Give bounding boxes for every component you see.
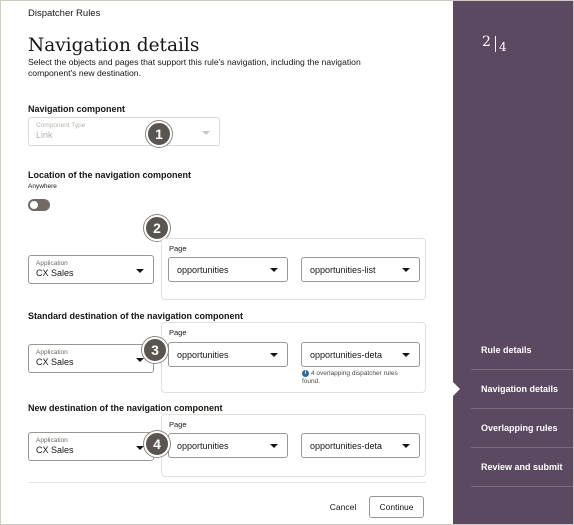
new-application-select[interactable]: Application CX Sales xyxy=(28,432,154,461)
standard-application-select[interactable]: Application CX Sales xyxy=(28,344,154,373)
callout-badge-3: 3 xyxy=(142,337,168,363)
chevron-down-icon xyxy=(136,269,144,273)
page-label: Page xyxy=(169,328,187,337)
page-value: opportunities xyxy=(177,350,229,360)
chevron-down-icon xyxy=(402,353,410,357)
step-overlapping-rules[interactable]: Overlapping rules xyxy=(481,423,558,433)
component-type-select: Component Type Link xyxy=(28,117,220,146)
chevron-down-icon xyxy=(402,268,410,272)
chevron-down-icon xyxy=(136,358,144,362)
chevron-down-icon xyxy=(270,353,278,357)
info-icon: i xyxy=(302,370,309,377)
callout-badge-4: 4 xyxy=(144,431,170,457)
main-panel: Dispatcher Rules Navigation details Sele… xyxy=(1,1,453,524)
step-divider xyxy=(495,36,496,52)
chevron-down-icon xyxy=(202,131,210,135)
application-label: Application xyxy=(36,260,68,267)
chevron-down-icon xyxy=(270,444,278,448)
component-type-value: Link xyxy=(36,130,53,140)
step-review-and-submit[interactable]: Review and submit xyxy=(481,462,563,472)
anywhere-label: Anywhere xyxy=(28,183,57,190)
continue-button[interactable]: Continue xyxy=(369,496,424,518)
section-title-new-destination: New destination of the navigation compon… xyxy=(28,403,223,413)
page-label: Page xyxy=(169,420,187,429)
page-title: Navigation details xyxy=(28,35,200,56)
subpage-value: opportunities-deta xyxy=(310,441,383,451)
breadcrumb: Dispatcher Rules xyxy=(28,8,101,19)
application-value: CX Sales xyxy=(36,357,74,367)
location-subpage-select[interactable]: opportunities-list xyxy=(301,257,420,282)
total-steps: 4 xyxy=(499,40,507,54)
step-navigation-details[interactable]: Navigation details xyxy=(481,384,558,394)
cancel-button[interactable]: Cancel xyxy=(319,498,367,516)
page-label: Page xyxy=(169,244,187,253)
section-title-navigation-component: Navigation component xyxy=(28,104,126,114)
application-label: Application xyxy=(36,437,68,444)
page-value: opportunities xyxy=(177,441,229,451)
step-separator xyxy=(471,408,573,409)
page-value: opportunities xyxy=(177,265,229,275)
standard-page-select[interactable]: opportunities xyxy=(168,342,288,367)
location-application-select[interactable]: Application CX Sales xyxy=(28,255,154,284)
step-separator xyxy=(471,369,573,370)
current-step: 2 xyxy=(482,34,491,50)
step-rule-details[interactable]: Rule details xyxy=(481,345,532,355)
new-subpage-select[interactable]: opportunities-deta xyxy=(301,433,420,458)
overlap-info: i4 overlapping dispatcher rules found. xyxy=(302,370,417,386)
toggle-knob xyxy=(30,201,38,209)
application-value: CX Sales xyxy=(36,445,74,455)
section-title-standard-destination: Standard destination of the navigation c… xyxy=(28,311,244,321)
overlap-info-text: 4 overlapping dispatcher rules found. xyxy=(302,370,398,385)
step-separator xyxy=(471,447,573,448)
active-step-pointer xyxy=(453,382,460,396)
dialog-frame: Dispatcher Rules Navigation details Sele… xyxy=(0,0,574,525)
standard-subpage-select[interactable]: opportunities-deta xyxy=(301,342,420,367)
step-separator xyxy=(471,486,573,487)
anywhere-toggle[interactable] xyxy=(28,199,50,211)
page-description: Select the objects and pages that suppor… xyxy=(28,57,361,78)
footer-divider xyxy=(28,482,426,483)
subpage-value: opportunities-list xyxy=(310,265,376,275)
component-type-label: Component Type xyxy=(36,122,86,129)
callout-badge-1: 1 xyxy=(146,121,172,147)
chevron-down-icon xyxy=(136,446,144,450)
location-page-select[interactable]: opportunities xyxy=(168,257,288,282)
application-label: Application xyxy=(36,349,68,356)
section-title-location: Location of the navigation component xyxy=(28,170,191,180)
chevron-down-icon xyxy=(402,444,410,448)
chevron-down-icon xyxy=(270,268,278,272)
new-page-select[interactable]: opportunities xyxy=(168,433,288,458)
subpage-value: opportunities-deta xyxy=(310,350,383,360)
application-value: CX Sales xyxy=(36,268,74,278)
